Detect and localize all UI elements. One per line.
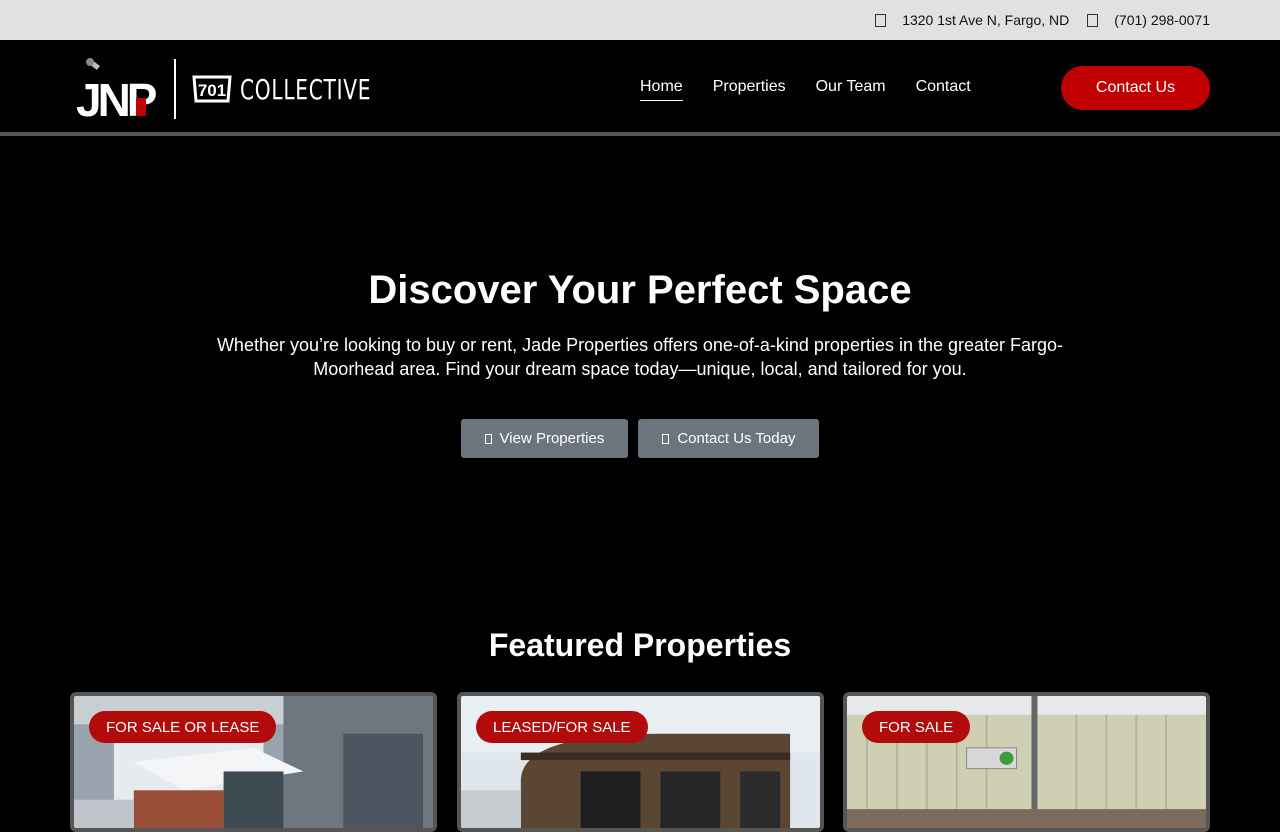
- building-icon: [484, 433, 492, 444]
- property-card[interactable]: FOR SALE: [843, 692, 1210, 832]
- property-card[interactable]: LEASED/FOR SALE: [457, 692, 824, 832]
- collective-logo: 701 COLLECTIVE: [192, 73, 422, 106]
- nav-properties[interactable]: Properties: [713, 78, 786, 101]
- property-card[interactable]: FOR SALE OR LEASE: [70, 692, 437, 832]
- view-properties-label: View Properties: [499, 430, 605, 447]
- hero-buttons: View Properties Contact Us Today: [0, 419, 1280, 458]
- contact-us-button[interactable]: Contact Us: [1061, 66, 1210, 110]
- view-properties-button[interactable]: View Properties: [460, 419, 629, 458]
- contact-us-today-label: Contact Us Today: [677, 430, 796, 447]
- logo-divider: [174, 59, 176, 119]
- map-marker-icon: [875, 13, 887, 27]
- phone-icon: [1087, 13, 1099, 27]
- badge-701-text: 701: [198, 81, 226, 100]
- nav-our-team[interactable]: Our Team: [816, 78, 886, 101]
- jnp-logo-icon: JNP: [76, 58, 160, 120]
- collective-text: COLLECTIVE: [240, 72, 372, 106]
- phone-item[interactable]: (701) 298-0071: [1087, 12, 1210, 28]
- status-badge: LEASED/FOR SALE: [476, 711, 648, 743]
- main-nav: Home Properties Our Team Contact: [640, 78, 1001, 101]
- status-badge: FOR SALE OR LEASE: [89, 711, 277, 743]
- highway-701-badge-icon: 701: [192, 75, 232, 103]
- address-item: 1320 1st Ave N, Fargo, ND: [875, 12, 1069, 28]
- top-info-bar: 1320 1st Ave N, Fargo, ND (701) 298-0071: [0, 0, 1280, 40]
- phone-icon: [662, 433, 670, 444]
- hero-title: Discover Your Perfect Space: [368, 268, 912, 312]
- hero-subtitle: Whether you’re looking to buy or rent, J…: [216, 335, 1064, 379]
- contact-us-today-button[interactable]: Contact Us Today: [638, 419, 820, 458]
- site-logo[interactable]: JNP 701 COLLECTIVE: [76, 58, 422, 120]
- site-header: JNP 701 COLLECTIVE Home Properties Our T…: [0, 40, 1280, 136]
- nav-home[interactable]: Home: [640, 78, 683, 101]
- phone-text[interactable]: (701) 298-0071: [1114, 12, 1210, 28]
- featured-properties-title: Featured Properties: [488, 627, 792, 663]
- address-text: 1320 1st Ave N, Fargo, ND: [902, 12, 1070, 28]
- nav-contact[interactable]: Contact: [916, 78, 971, 101]
- status-badge: FOR SALE: [862, 711, 971, 743]
